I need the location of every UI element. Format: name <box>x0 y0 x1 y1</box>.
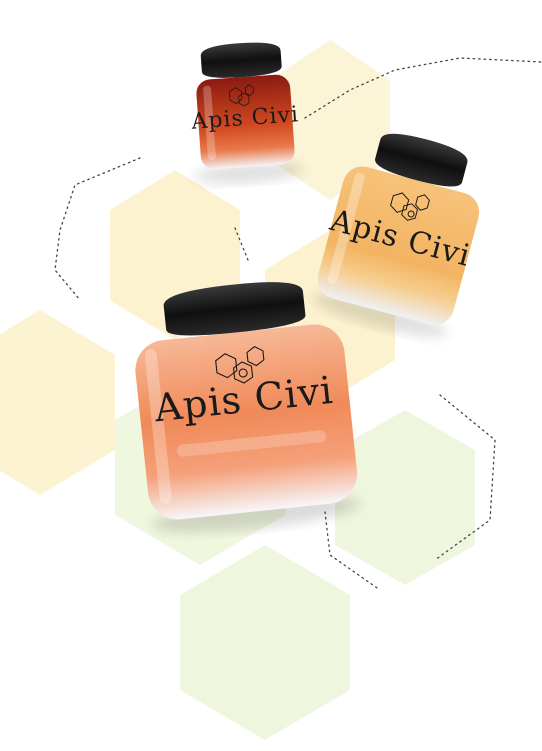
honey-jars-scene: Apis Civi Apis Civi Apis Civi <box>0 40 542 740</box>
product-image: Apis Civi Apis Civi Apis Civi <box>0 0 542 751</box>
jar-lid <box>200 42 282 78</box>
hexagon <box>180 545 350 740</box>
hexagon <box>335 410 475 585</box>
jar-small: Apis Civi <box>190 42 304 184</box>
hexagon <box>0 310 115 495</box>
